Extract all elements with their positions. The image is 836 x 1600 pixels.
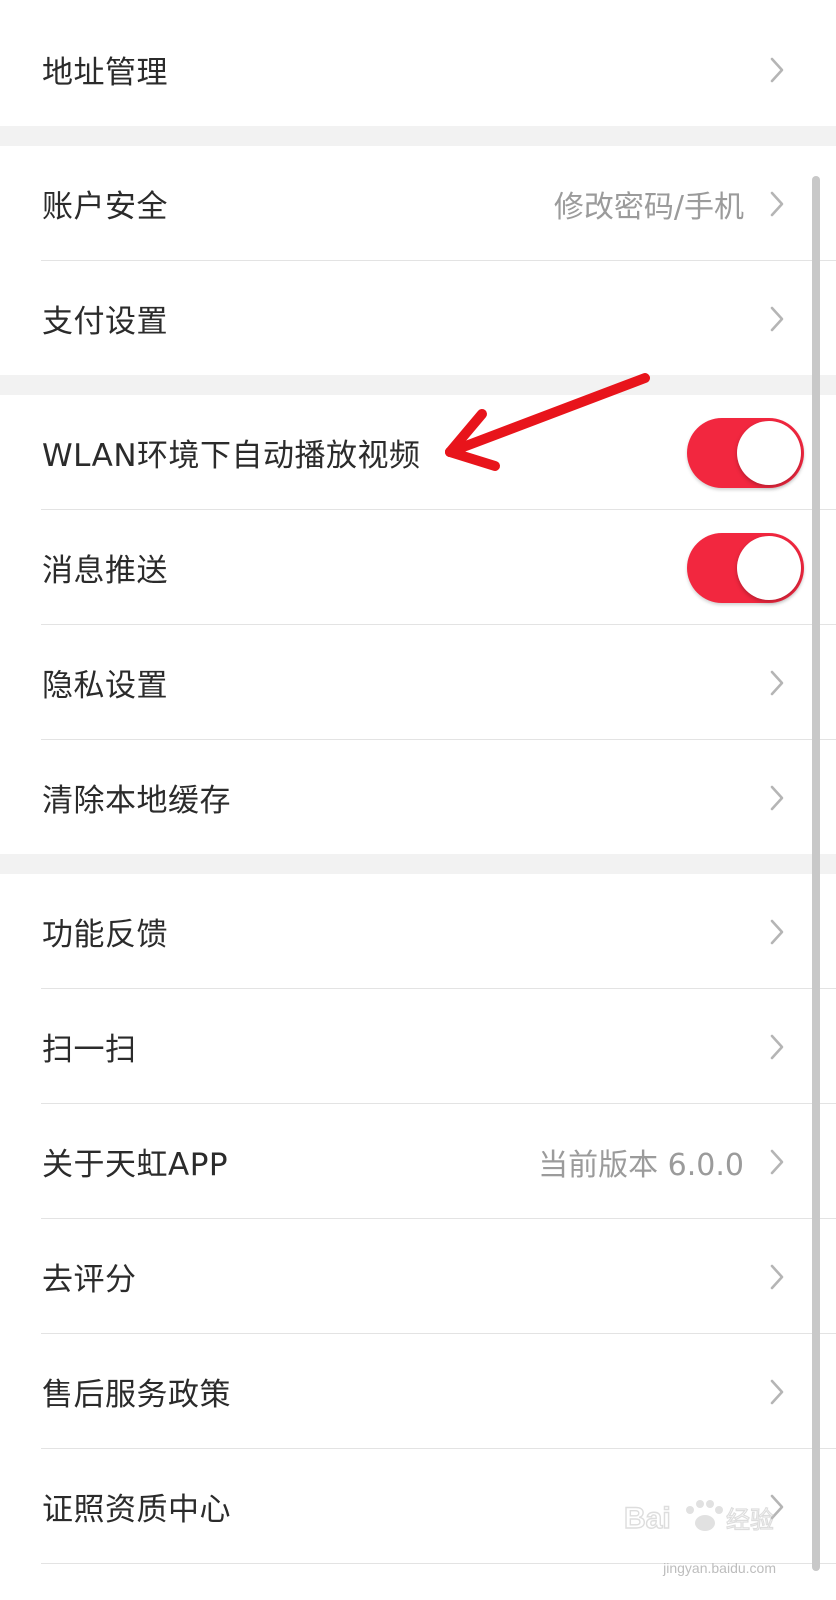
chevron-right-icon bbox=[762, 1032, 792, 1062]
scrollbar[interactable] bbox=[812, 176, 820, 1571]
chevron-right-icon bbox=[762, 917, 792, 947]
row-label: 扫一扫 bbox=[42, 1032, 137, 1068]
row-label: 售后服务政策 bbox=[42, 1377, 231, 1413]
row-account-security[interactable]: 账户安全 修改密码/手机 bbox=[0, 146, 836, 261]
watermark-url: jingyan.baidu.com bbox=[663, 1560, 776, 1576]
row-label: WLAN环境下自动播放视频 bbox=[42, 438, 421, 474]
section-gap bbox=[0, 375, 836, 395]
section-gap bbox=[0, 126, 836, 146]
row-label: 隐私设置 bbox=[42, 668, 168, 704]
row-about-app[interactable]: 关于天虹APP 当前版本 6.0.0 bbox=[0, 1104, 836, 1219]
row-label: 消息推送 bbox=[42, 553, 168, 589]
chevron-right-icon bbox=[762, 304, 792, 334]
row-label: 地址管理 bbox=[42, 55, 168, 91]
chevron-right-icon bbox=[762, 1147, 792, 1177]
settings-screen: 地址管理 账户安全 修改密码/手机 支付设置 WLAN环境下自动播放视频 消息推… bbox=[0, 0, 836, 1600]
toggle-knob bbox=[737, 535, 801, 600]
push-notifications-toggle[interactable] bbox=[687, 532, 804, 603]
section-gap bbox=[0, 854, 836, 874]
row-payment-settings[interactable]: 支付设置 bbox=[0, 261, 836, 376]
row-rate-app[interactable]: 去评分 bbox=[0, 1219, 836, 1334]
row-push-notifications: 消息推送 bbox=[0, 510, 836, 625]
chevron-right-icon bbox=[762, 1262, 792, 1292]
wlan-autoplay-toggle[interactable] bbox=[687, 417, 804, 488]
chevron-right-icon bbox=[762, 55, 792, 85]
toggle-knob bbox=[737, 420, 801, 485]
row-value: 当前版本 6.0.0 bbox=[538, 1147, 744, 1183]
row-address-management[interactable]: 地址管理 bbox=[0, 12, 836, 127]
row-label: 支付设置 bbox=[42, 304, 168, 340]
chevron-right-icon bbox=[762, 668, 792, 698]
row-label: 关于天虹APP bbox=[42, 1147, 229, 1183]
chevron-right-icon bbox=[762, 1492, 792, 1522]
chevron-right-icon bbox=[762, 189, 792, 219]
row-value: 修改密码/手机 bbox=[553, 189, 744, 225]
chevron-right-icon bbox=[762, 783, 792, 813]
row-label: 账户安全 bbox=[42, 189, 168, 225]
chevron-right-icon bbox=[762, 1377, 792, 1407]
row-wlan-autoplay: WLAN环境下自动播放视频 bbox=[0, 395, 836, 510]
row-clear-cache[interactable]: 清除本地缓存 bbox=[0, 740, 836, 855]
row-label: 功能反馈 bbox=[42, 917, 168, 953]
row-feedback[interactable]: 功能反馈 bbox=[0, 874, 836, 989]
row-license-center[interactable]: 证照资质中心 bbox=[0, 1449, 836, 1564]
row-privacy-settings[interactable]: 隐私设置 bbox=[0, 625, 836, 740]
row-label: 清除本地缓存 bbox=[42, 783, 231, 819]
row-label: 去评分 bbox=[42, 1262, 137, 1298]
row-label: 证照资质中心 bbox=[42, 1492, 231, 1528]
row-after-sales-policy[interactable]: 售后服务政策 bbox=[0, 1334, 836, 1449]
row-scan[interactable]: 扫一扫 bbox=[0, 989, 836, 1104]
